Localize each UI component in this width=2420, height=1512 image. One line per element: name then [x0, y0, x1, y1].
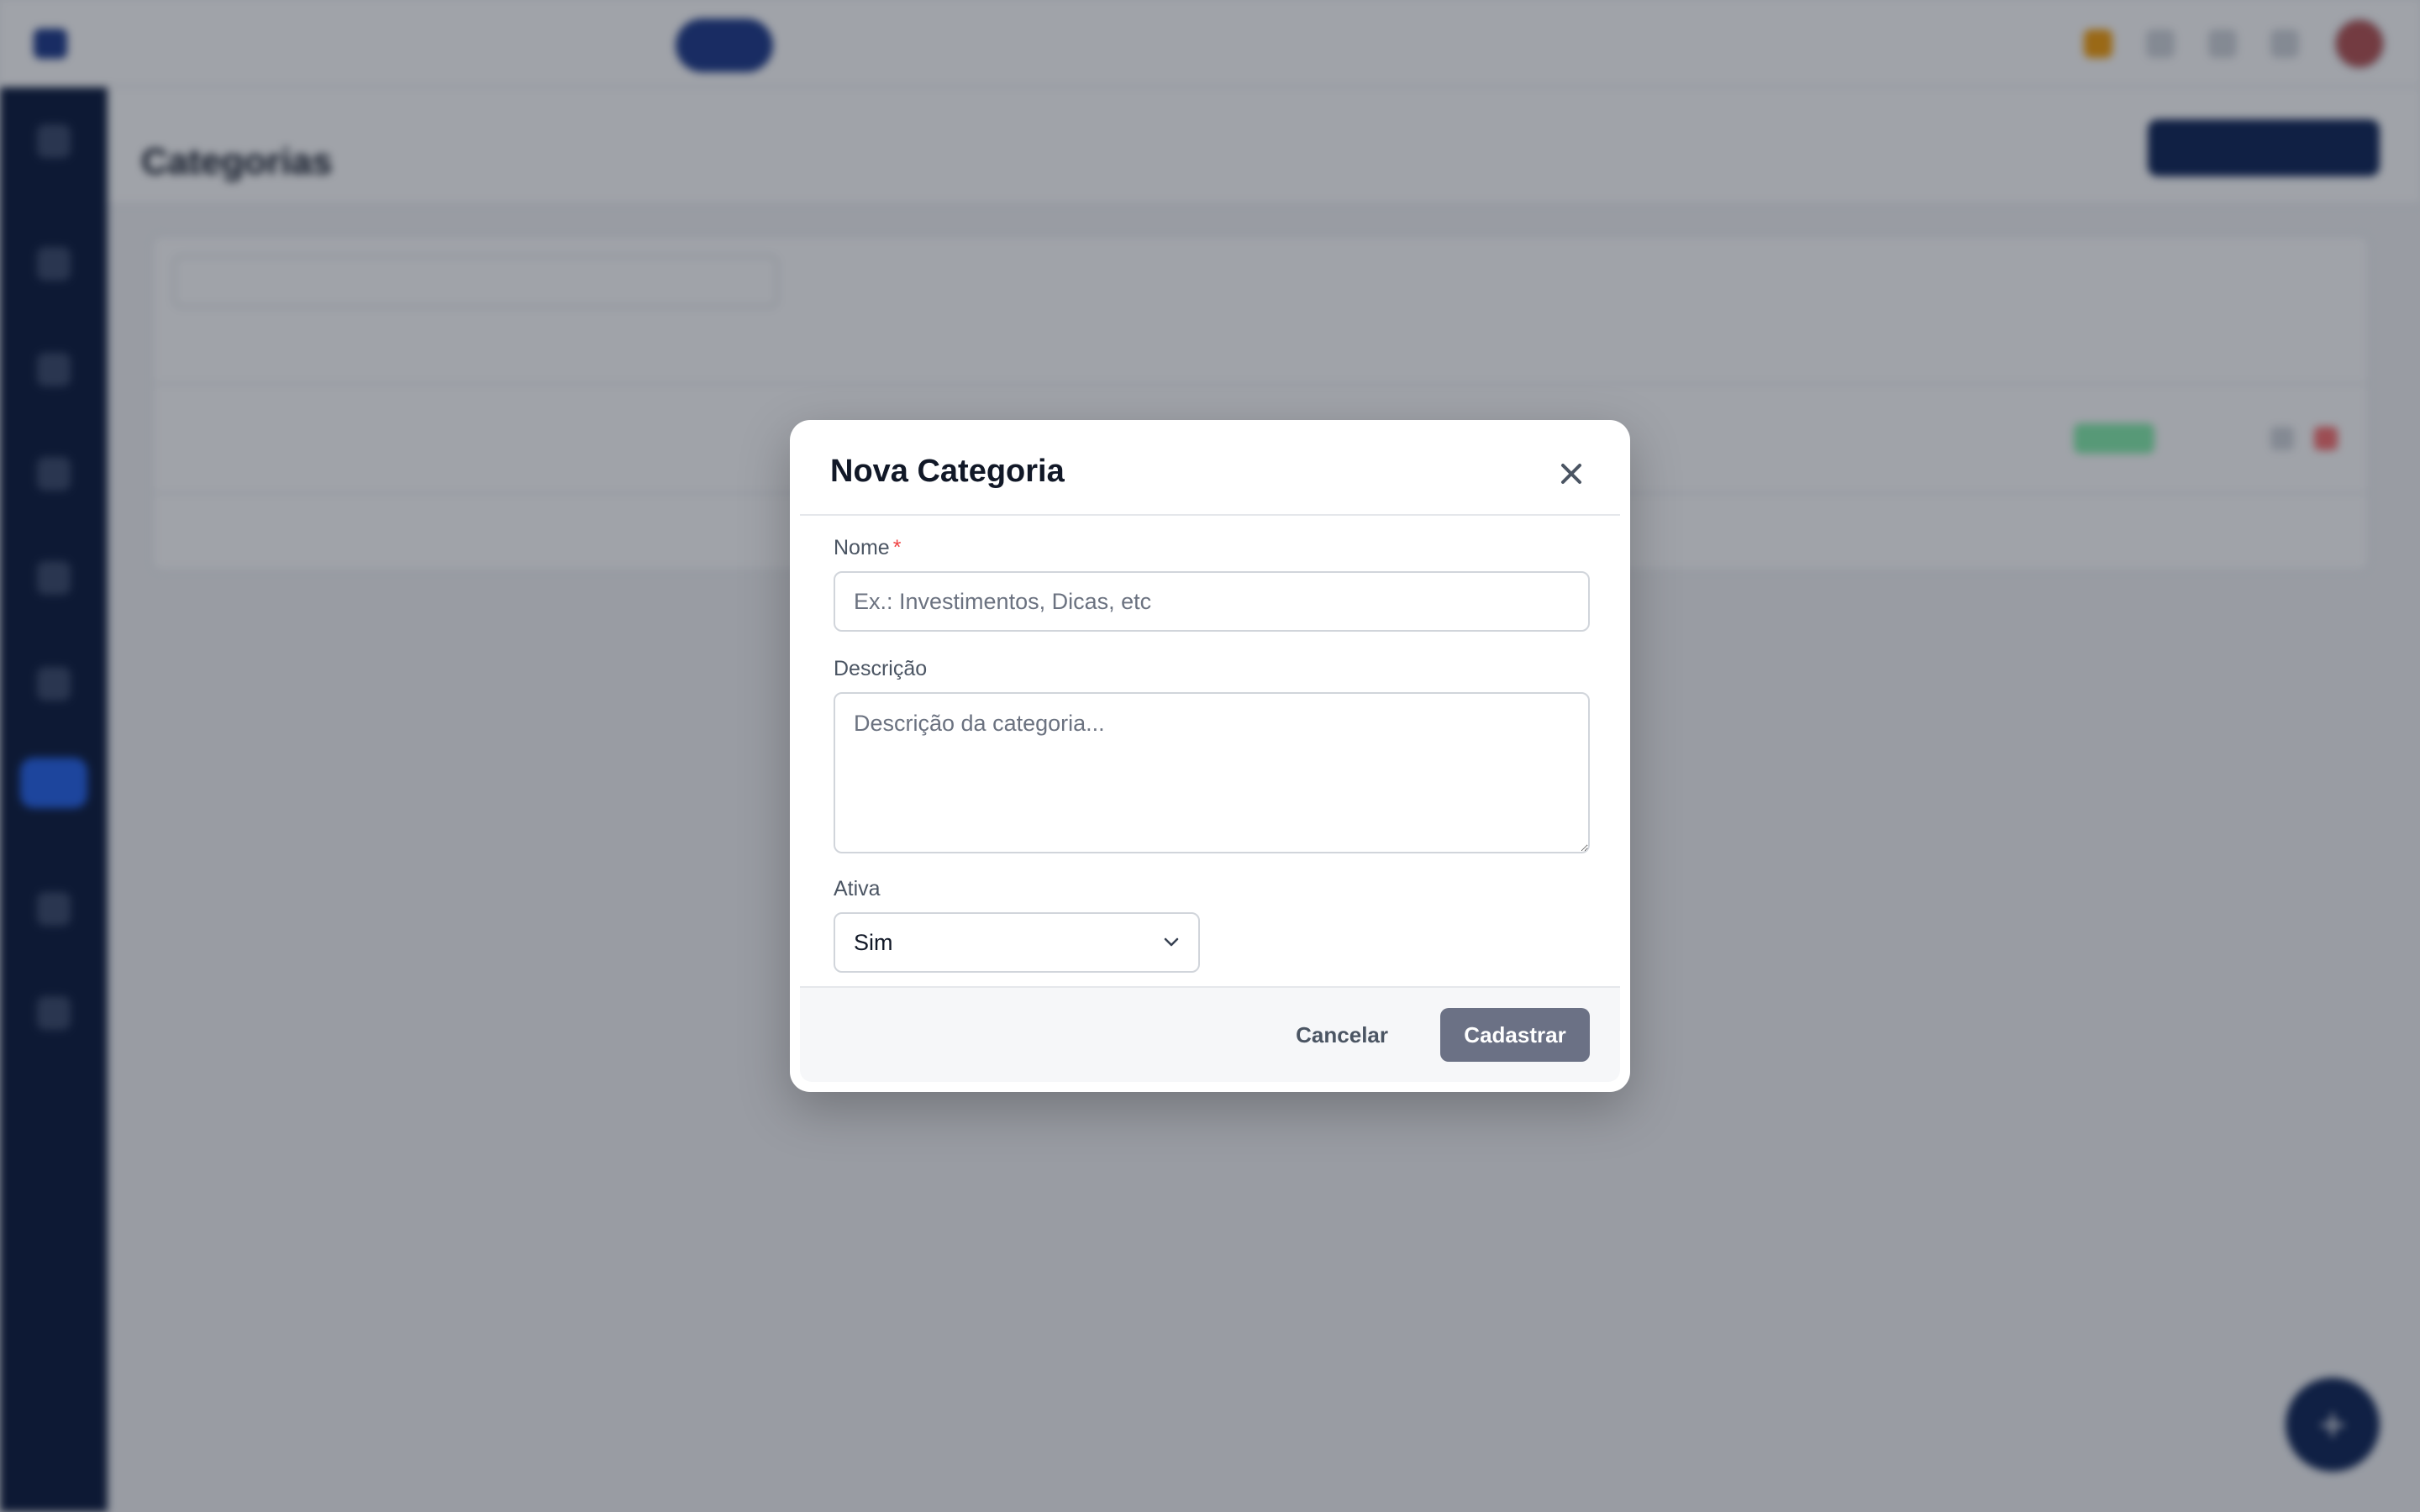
close-icon: [1561, 464, 1581, 484]
submit-button[interactable]: Cadastrar: [1440, 1008, 1590, 1062]
dialog-header: Nova Categoria: [800, 430, 1620, 516]
cancel-button[interactable]: Cancelar: [1272, 1008, 1412, 1062]
name-label-text: Nome: [834, 536, 890, 559]
dialog-body: Nome* Descrição Ativa Sim: [800, 516, 1620, 986]
new-category-dialog: Nova Categoria Nome* Descrição Ativa Sim: [790, 420, 1630, 1092]
description-field-label: Descrição: [834, 657, 928, 680]
dialog-footer: Cancelar Cadastrar: [800, 986, 1620, 1082]
chevron-down-icon: [1164, 937, 1179, 947]
dialog-title: Nova Categoria: [830, 454, 1065, 489]
dialog-panel: Nova Categoria Nome* Descrição Ativa Sim: [800, 430, 1620, 1082]
required-marker: *: [892, 536, 902, 559]
description-textarea[interactable]: [834, 692, 1590, 853]
active-field-label: Ativa: [834, 877, 881, 900]
active-select-value: Sim: [854, 929, 893, 955]
name-field-label: Nome *: [834, 536, 901, 560]
active-select[interactable]: Sim: [834, 912, 1200, 973]
name-input[interactable]: [834, 571, 1590, 632]
close-button[interactable]: [1553, 455, 1590, 492]
